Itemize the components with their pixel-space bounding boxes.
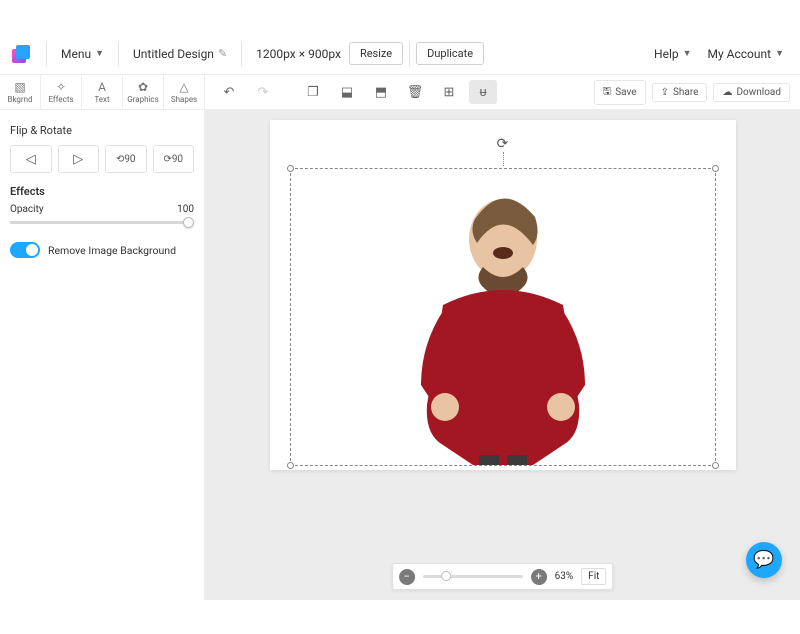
tab-effects[interactable]: ✧Effects	[41, 75, 82, 109]
graphics-icon: ✿	[138, 80, 148, 94]
design-title[interactable]: Untitled Design✎	[125, 43, 235, 65]
zoom-slider[interactable]	[423, 575, 523, 578]
tab-text[interactable]: AText	[82, 75, 123, 109]
remove-bg-toggle[interactable]	[10, 242, 40, 258]
help-dropdown[interactable]: Help▼	[646, 43, 700, 65]
shapes-icon: △	[179, 80, 188, 94]
tab-shapes[interactable]: △Shapes	[164, 75, 205, 109]
send-back-button[interactable]: ⬓	[333, 80, 361, 104]
download-button[interactable]: ☁Download	[713, 83, 790, 102]
resize-button[interactable]: Resize	[349, 42, 403, 65]
zoom-percent: 63%	[555, 571, 574, 582]
resize-handle[interactable]	[287, 165, 294, 172]
grid-button[interactable]: ⊞	[435, 80, 463, 104]
resize-handle[interactable]	[712, 165, 719, 172]
flip-vertical-button[interactable]: ▷	[58, 145, 100, 173]
duplicate-button[interactable]: Duplicate	[416, 42, 484, 65]
help-fab[interactable]: 💬	[746, 542, 782, 578]
effects-icon: ✧	[56, 80, 66, 94]
save-icon: 🖫	[603, 84, 612, 101]
image-content[interactable]	[383, 175, 623, 465]
tool-tabs: ▧Bkgrnd ✧Effects AText ✿Graphics △Shapes…	[0, 74, 800, 110]
flip-horizontal-button[interactable]: ◁	[10, 145, 52, 173]
text-icon: A	[98, 80, 106, 94]
menu-dropdown[interactable]: Menu▼	[53, 43, 112, 65]
selection-box[interactable]	[290, 168, 716, 466]
background-icon: ▧	[14, 80, 25, 94]
remove-bg-label: Remove Image Background	[48, 244, 176, 257]
undo-button[interactable]: ↶	[215, 80, 243, 104]
tab-bkgrnd[interactable]: ▧Bkgrnd	[0, 75, 41, 109]
tab-graphics[interactable]: ✿Graphics	[123, 75, 164, 109]
zoom-fit-button[interactable]: Fit	[581, 568, 606, 585]
resize-handle[interactable]	[712, 462, 719, 469]
resize-handle[interactable]	[287, 462, 294, 469]
redo-button[interactable]: ↷	[249, 80, 277, 104]
effects-heading: Effects	[10, 185, 194, 198]
snap-button[interactable]: ᵾ	[469, 80, 497, 104]
canvas-area: ⟳	[205, 110, 800, 600]
opacity-value: 100	[177, 204, 194, 215]
zoom-in-button[interactable]: +	[531, 569, 547, 585]
share-button[interactable]: ⇪Share	[652, 83, 708, 102]
flip-rotate-heading: Flip & Rotate	[10, 124, 194, 137]
account-dropdown[interactable]: My Account▼	[700, 43, 792, 65]
rotate-left-button[interactable]: ⟲90	[105, 145, 147, 173]
chat-icon: 💬	[753, 550, 774, 570]
opacity-label: Opacity	[10, 204, 44, 215]
zoom-out-button[interactable]: −	[399, 569, 415, 585]
download-icon: ☁	[722, 87, 732, 98]
canvas-dimensions: 1200px × 900px	[248, 43, 349, 65]
save-button[interactable]: 🖫Save	[594, 80, 646, 105]
design-canvas[interactable]: ⟳	[270, 120, 736, 470]
opacity-slider[interactable]	[10, 221, 194, 224]
bring-front-button[interactable]: ⬒	[367, 80, 395, 104]
top-bar: Menu▼ Untitled Design✎ 1200px × 900px Re…	[0, 34, 800, 74]
delete-button[interactable]: 🗑	[401, 80, 429, 104]
app-logo	[12, 45, 30, 63]
zoom-bar: − + 63% Fit	[392, 563, 614, 590]
share-icon: ⇪	[661, 87, 669, 98]
left-sidebar: Flip & Rotate ◁ ▷ ⟲90 ⟳90 Effects Opacit…	[0, 110, 205, 600]
rotate-handle-icon[interactable]: ⟳	[497, 136, 509, 152]
copy-button[interactable]: ❐	[299, 80, 327, 104]
rotate-right-button[interactable]: ⟳90	[153, 145, 195, 173]
